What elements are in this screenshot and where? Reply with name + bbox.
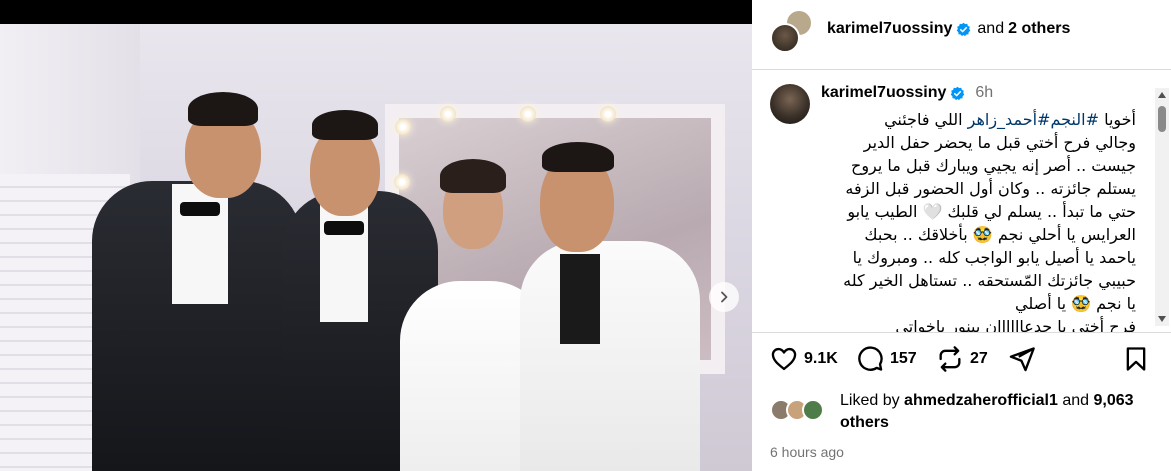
scrollbar-thumb[interactable] <box>1158 106 1166 132</box>
caption-line: أخويا #النجم#أحمد_زاهر اللي فاجئني <box>812 108 1136 131</box>
liked-by-text: Liked by ahmedzaherofficial1 and 9,063 o… <box>840 390 1170 434</box>
comment-button[interactable]: 157 <box>856 345 917 373</box>
comment-icon <box>858 346 883 371</box>
and-label: and <box>977 20 1005 37</box>
carousel-next-button[interactable] <box>709 282 739 312</box>
post-header: karimel7uossiny and 2 others <box>752 0 1171 70</box>
verified-badge-icon <box>951 86 965 100</box>
author-username-link[interactable]: karimel7uossiny <box>827 20 952 38</box>
avatar <box>802 399 824 421</box>
photo-hair <box>312 110 378 140</box>
collab-avatars[interactable] <box>770 9 814 53</box>
photo-hair <box>440 159 506 193</box>
media-top-bar <box>0 0 752 24</box>
liked-by-prefix: Liked by <box>840 392 900 409</box>
repost-button[interactable]: 27 <box>936 345 988 373</box>
hashtag-link[interactable]: #النجم <box>1050 110 1099 129</box>
liked-by-user-link[interactable]: ahmedzaherofficial1 <box>904 392 1058 409</box>
caption-line: يا نجم 🥸 يا أصلي <box>1014 294 1136 313</box>
post-details-panel: karimel7uossiny and 2 others karimel7uos… <box>752 0 1171 471</box>
caption-text: أخويا #النجم#أحمد_زاهر اللي فاجئني وجالي… <box>812 108 1136 332</box>
save-button[interactable] <box>1122 345 1150 373</box>
mirror-bulb <box>600 106 616 122</box>
avatar[interactable] <box>770 84 810 124</box>
hashtag-link[interactable]: #أحمد_زاهر <box>968 110 1051 129</box>
scroll-up-arrow-icon[interactable] <box>1155 88 1169 102</box>
caption-line: حبيبي جائزتك المّستحقه .. تستاهل الخير ك… <box>843 271 1136 290</box>
caption-line: يستلم جائزته .. وكان أول الحضور قبل الزف… <box>845 179 1136 198</box>
caption-area: karimel7uossiny 6h أخويا #النجم#أحمد_زاه… <box>752 70 1171 332</box>
liked-by-count-link[interactable]: 9,063 <box>1093 392 1133 409</box>
caption-word: أخويا <box>1104 110 1136 129</box>
caption-line: العرايس يا أحلي نجم 🥸 بأخلاقك .. بحبك <box>864 225 1136 244</box>
caption-line: ياحمد يا أصيل يابو الواجب كله .. ومبروك … <box>852 248 1136 267</box>
post-media[interactable] <box>0 0 752 471</box>
divider <box>752 332 1171 333</box>
mirror-bulb <box>395 119 411 135</box>
comment-count: 157 <box>890 350 917 367</box>
photo-bowtie <box>180 202 220 216</box>
photo-groom <box>520 241 700 471</box>
caption-scrollbar[interactable] <box>1155 88 1169 326</box>
post-author-line: karimel7uossiny and 2 others <box>827 20 1070 38</box>
post-photo[interactable] <box>0 24 752 471</box>
chevron-right-icon <box>721 291 728 303</box>
caption-line: حتي ما تبدأ .. يسلم لي قلبك 🤍 الطيب يابو <box>847 202 1136 221</box>
caption-line: وجالي فرح أختي قبل ما يحضر حفل الدير <box>863 133 1136 152</box>
verified-badge-icon <box>957 22 971 36</box>
liked-by-avatars <box>770 399 828 421</box>
repost-icon <box>939 346 961 372</box>
avatar <box>770 23 800 53</box>
photo-bowtie <box>324 221 364 235</box>
caption-header: karimel7uossiny 6h <box>821 84 993 102</box>
caption-line: فرح أختي يا جدعاااااان بينور بإخواتي <box>895 317 1136 332</box>
like-count: 9.1K <box>804 350 838 367</box>
post-timestamp[interactable]: 6 hours ago <box>770 444 844 460</box>
scroll-down-arrow-icon[interactable] <box>1155 312 1169 326</box>
send-icon <box>1009 347 1035 372</box>
repost-count: 27 <box>970 350 988 367</box>
others-link[interactable]: 2 others <box>1008 20 1070 38</box>
liked-by-others-link[interactable]: others <box>840 414 889 431</box>
caption-time: 6h <box>975 84 994 101</box>
mirror-bulb <box>520 106 536 122</box>
photo-hair <box>188 92 258 126</box>
heart-icon <box>771 347 797 371</box>
photo-shirt <box>320 202 368 322</box>
mirror-bulb <box>394 174 410 190</box>
share-button[interactable] <box>1008 345 1036 373</box>
mirror-bulb <box>440 106 456 122</box>
caption-word: اللي فاجئني <box>884 110 963 129</box>
like-button[interactable]: 9.1K <box>770 345 838 373</box>
caption-line: جيست .. أصر إنه يجيي ويبارك قبل ما يروح <box>850 156 1136 175</box>
photo-hair <box>542 142 614 172</box>
post-actions-bar: 9.1K 157 27 <box>752 345 1171 381</box>
caption-username-link[interactable]: karimel7uossiny <box>821 84 946 102</box>
photo-shirt <box>560 254 600 344</box>
bookmark-icon <box>1126 347 1146 371</box>
liked-by-and: and <box>1062 392 1090 409</box>
